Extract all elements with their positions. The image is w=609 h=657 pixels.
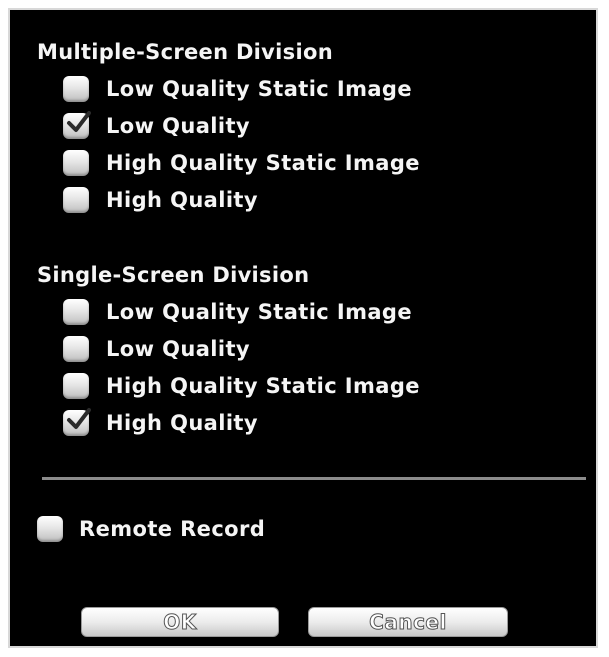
multi-option-low[interactable]: Low Quality [63, 111, 250, 141]
multi-option-high[interactable]: High Quality [63, 185, 258, 215]
stream-quality-dialog: Multiple-Screen Division Low Quality Sta… [8, 8, 598, 648]
ok-button[interactable]: OK [81, 607, 279, 637]
single-option-high-static[interactable]: High Quality Static Image [63, 371, 420, 401]
checkbox[interactable] [63, 408, 91, 436]
remote-record-option[interactable]: Remote Record [37, 514, 265, 544]
cancel-button[interactable]: Cancel [308, 607, 508, 637]
option-label: Low Quality Static Image [106, 77, 412, 101]
check-icon [67, 111, 91, 132]
option-label: High Quality Static Image [106, 374, 420, 398]
option-label: High Quality Static Image [106, 151, 420, 175]
checkbox[interactable] [63, 150, 89, 176]
divider [42, 477, 586, 480]
check-icon [67, 408, 91, 429]
checkbox[interactable] [63, 111, 91, 139]
option-label: Low Quality [106, 337, 251, 361]
option-label: Low Quality [106, 114, 251, 138]
checkbox[interactable] [63, 299, 89, 325]
single-option-high[interactable]: High Quality [63, 408, 258, 438]
checkbox[interactable] [37, 516, 63, 542]
option-label: High Quality [106, 188, 258, 212]
multi-option-high-static[interactable]: High Quality Static Image [63, 148, 420, 178]
single-option-low-static[interactable]: Low Quality Static Image [63, 297, 412, 327]
multiple-screen-title: Multiple-Screen Division [37, 40, 333, 64]
remote-record-label: Remote Record [79, 517, 266, 541]
checkbox[interactable] [63, 76, 89, 102]
option-label: High Quality [106, 411, 258, 435]
checkbox[interactable] [63, 336, 89, 362]
option-label: Low Quality Static Image [106, 300, 412, 324]
checkbox[interactable] [63, 187, 89, 213]
multi-option-low-static[interactable]: Low Quality Static Image [63, 74, 412, 104]
checkbox[interactable] [63, 373, 89, 399]
single-option-low[interactable]: Low Quality [63, 334, 250, 364]
single-screen-title: Single-Screen Division [37, 263, 310, 287]
